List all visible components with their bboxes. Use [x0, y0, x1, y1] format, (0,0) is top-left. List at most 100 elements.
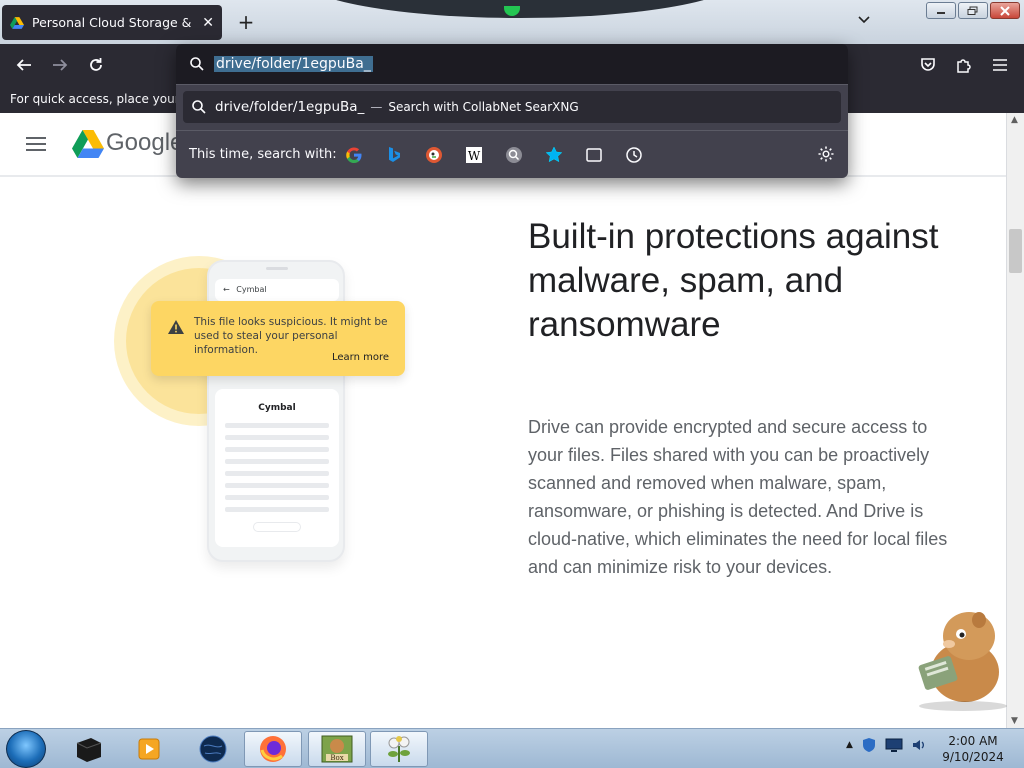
warning-icon — [168, 320, 184, 334]
duck-icon — [426, 147, 442, 163]
google-g-icon — [346, 147, 362, 163]
start-button[interactable] — [6, 730, 46, 768]
taskbar-app-box[interactable]: Box — [308, 731, 366, 767]
volume-icon[interactable] — [911, 737, 927, 753]
document-title: Cymbal — [258, 403, 296, 413]
urlbar-dropdown: drive/folder/1egpuBa_ drive/folder/1egpu… — [176, 44, 848, 178]
web-page: Google ← Cymbal Cymbal This file looks s… — [0, 113, 1006, 728]
puzzle-icon — [957, 59, 971, 73]
document-line — [225, 423, 329, 428]
extensions-button[interactable] — [953, 54, 975, 76]
section-body: Drive can provide encrypted and secure a… — [528, 417, 948, 577]
tab-close-button[interactable]: ✕ — [202, 15, 214, 31]
duckduckgo-icon[interactable] — [423, 144, 445, 166]
tab-title: Personal Cloud Storage & File Sharing Pl… — [32, 15, 196, 30]
google-drive-logo-icon[interactable] — [72, 130, 104, 158]
warning-message: This file looks suspicious. It might be … — [194, 316, 388, 356]
restore-icon — [967, 6, 978, 15]
new-tab-button[interactable]: + — [236, 10, 256, 34]
reload-button[interactable] — [85, 54, 107, 76]
suggestion-hint: Search with CollabNet SearXNG — [388, 100, 579, 114]
document-line — [225, 459, 329, 464]
document-pill — [253, 522, 301, 532]
taskbar-app-plant[interactable] — [370, 731, 428, 767]
monitor-icon[interactable] — [885, 737, 903, 753]
clock-icon — [626, 147, 642, 163]
document-line — [225, 447, 329, 452]
clock-time: 2:00 AM — [948, 734, 998, 748]
plant-icon — [388, 736, 410, 762]
list-all-tabs-icon[interactable] — [856, 12, 872, 28]
star-icon — [545, 146, 563, 163]
network-shield-icon[interactable] — [861, 737, 877, 753]
minimize-button[interactable] — [926, 2, 956, 19]
document-line — [225, 495, 329, 500]
wallpaper-decoration — [300, 0, 740, 18]
document-line — [225, 435, 329, 440]
title-bar: Personal Cloud Storage & File Sharing Pl… — [0, 0, 1024, 44]
firefox-icon — [260, 736, 286, 762]
learn-more-link: Learn more — [331, 352, 389, 363]
taskbar-app-terminal[interactable] — [60, 731, 118, 767]
tab-rectangle-icon — [586, 148, 602, 162]
site-logo-text[interactable]: Google — [106, 129, 183, 157]
google-icon[interactable] — [343, 144, 365, 166]
close-icon — [1000, 5, 1010, 16]
pocket-button[interactable] — [917, 54, 939, 76]
search-icon — [192, 100, 206, 114]
search-suggestion[interactable]: drive/folder/1egpuBa_ — Search with Coll… — [183, 91, 841, 123]
tab-drive[interactable]: Personal Cloud Storage & File Sharing Pl… — [2, 5, 222, 40]
back-arrow-icon — [16, 59, 31, 71]
taskbar-app-globe[interactable] — [184, 731, 242, 767]
suggestion-text: drive/folder/1egpuBa_ — [215, 99, 365, 115]
document-line — [225, 483, 329, 488]
app-menu-button[interactable] — [989, 54, 1011, 76]
suggestion-dash: — — [370, 100, 383, 114]
phone-back-icon: ← — [223, 285, 230, 294]
wikipedia-icon[interactable]: W — [463, 144, 485, 166]
minimize-icon — [937, 11, 945, 14]
searxng-magnifier-icon — [506, 147, 522, 163]
pocket-icon — [921, 58, 935, 71]
svg-text:W: W — [468, 149, 481, 163]
bookmarks-icon[interactable] — [543, 144, 565, 166]
restore-button[interactable] — [958, 2, 988, 19]
media-player-icon — [138, 738, 160, 760]
google-drive-favicon-icon — [10, 16, 24, 29]
bing-icon[interactable] — [383, 144, 405, 166]
phone-speaker — [266, 267, 288, 270]
scroll-down-arrow-icon[interactable]: ▼ — [1011, 716, 1018, 726]
taskbar-clock[interactable]: 2:00 AM 9/10/2024 — [940, 733, 1006, 765]
document-line — [225, 471, 329, 476]
back-button[interactable] — [13, 54, 35, 76]
suspicious-file-warning: This file looks suspicious. It might be … — [151, 301, 405, 376]
show-hidden-icons-icon[interactable]: ▲ — [846, 740, 853, 750]
screen: Personal Cloud Storage & File Sharing Pl… — [0, 0, 1024, 768]
system-tray: ▲ — [846, 737, 927, 753]
black-box-icon — [76, 738, 102, 762]
search-icon — [190, 57, 204, 71]
scroll-up-arrow-icon[interactable]: ▲ — [1011, 115, 1018, 125]
phone-app-bar: ← Cymbal — [215, 279, 339, 301]
scroll-thumb[interactable] — [1009, 229, 1022, 273]
taskbar-app-firefox[interactable] — [244, 731, 302, 767]
box-game-icon: Box — [321, 735, 353, 763]
clock-date: 9/10/2024 — [942, 750, 1004, 764]
history-icon[interactable] — [623, 144, 645, 166]
address-bar[interactable]: drive/folder/1egpuBa_ — [176, 44, 848, 85]
forward-arrow-icon — [53, 59, 68, 71]
forward-button[interactable] — [49, 54, 71, 76]
close-window-button[interactable] — [990, 2, 1020, 19]
hamburger-menu-icon — [993, 59, 1007, 71]
searxng-icon[interactable] — [503, 144, 525, 166]
address-bar-input[interactable]: drive/folder/1egpuBa_ — [214, 56, 373, 72]
site-menu-button[interactable] — [26, 137, 46, 151]
wikipedia-w-icon: W — [466, 147, 482, 163]
search-settings-gear-icon[interactable] — [817, 145, 835, 163]
taskbar-app-media[interactable] — [120, 731, 178, 767]
globe-icon — [199, 735, 227, 763]
bing-b-icon — [389, 147, 400, 162]
tabs-icon[interactable] — [583, 144, 605, 166]
phone-app-name: Cymbal — [236, 285, 267, 294]
one-off-search-label: This time, search with: — [189, 147, 337, 162]
